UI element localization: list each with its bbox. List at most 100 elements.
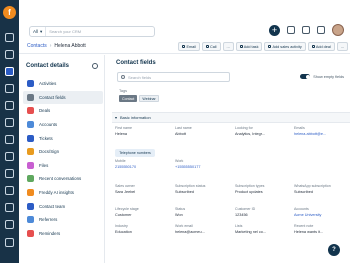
- sidebar-item[interactable]: Activities: [23, 77, 103, 91]
- inbox-icon[interactable]: [5, 101, 14, 110]
- tickets-icon: [27, 134, 34, 142]
- phone-dialer-icon[interactable]: [317, 26, 325, 34]
- tag-chip[interactable]: Contact: [119, 95, 138, 103]
- dashboard-icon[interactable]: [5, 33, 14, 42]
- search-placeholder: Search your CRM: [49, 29, 82, 34]
- user-avatar[interactable]: [332, 24, 344, 36]
- field-value[interactable]: Analytics, Integr...: [235, 132, 293, 136]
- show-empty-fields-label: Show empty fields: [313, 74, 344, 79]
- sidebar-item[interactable]: Recent conversations: [23, 172, 103, 186]
- phone-icon[interactable]: [5, 186, 14, 195]
- referrers-icon: [27, 216, 34, 224]
- field-value[interactable]: Sara Jeebel: [115, 190, 173, 194]
- tag-chip[interactable]: Webinar: [139, 95, 159, 103]
- field-value[interactable]: Marketing nel co...: [235, 230, 293, 234]
- contact-field: Lifecycle stage Customer: [115, 207, 173, 217]
- accounts-nav-icon[interactable]: [5, 67, 14, 76]
- field-label: Lists: [235, 224, 243, 228]
- app-logo[interactable]: f: [3, 6, 16, 19]
- sidebar-item[interactable]: Contact fields: [23, 90, 103, 105]
- deals-nav-icon[interactable]: [5, 84, 14, 93]
- field-value[interactable]: 2155550170: [115, 165, 173, 169]
- field-label: Status: [175, 207, 186, 211]
- sidebar-item[interactable]: Freddy AI insights: [23, 186, 103, 200]
- search-scope-label: All: [33, 29, 39, 34]
- quick-add-button[interactable]: +: [269, 24, 280, 36]
- sidebar-item[interactable]: Referrers: [23, 213, 103, 227]
- left-nav-rail: f: [0, 0, 19, 263]
- section-title: Basic information: [120, 115, 151, 120]
- field-value[interactable]: Won: [175, 213, 233, 217]
- sidebar-item[interactable]: Deals: [23, 104, 103, 118]
- sidebar-item[interactable]: Accounts: [23, 118, 103, 132]
- field-value[interactable]: helena.abbott@e...: [294, 132, 350, 136]
- integrations-icon[interactable]: [5, 220, 14, 229]
- field-value[interactable]: Subscribed: [294, 190, 350, 194]
- field-value[interactable]: Product updates: [235, 190, 293, 194]
- contact-field: Recent note Helena wants it...: [294, 224, 350, 234]
- field-value[interactable]: Acme University: [294, 213, 350, 217]
- field-value[interactable]: Subscribed: [175, 190, 233, 194]
- field-value[interactable]: Helena wants it...: [294, 230, 350, 234]
- email-button[interactable]: Email: [178, 42, 200, 51]
- add-task-button[interactable]: Add task: [235, 42, 263, 51]
- field-value[interactable]: Customer: [115, 213, 173, 217]
- breadcrumb-contacts-link[interactable]: Contacts: [27, 43, 47, 49]
- field-search-input[interactable]: Search fields: [117, 72, 230, 82]
- help-button[interactable]: ?: [328, 244, 340, 256]
- sidebar-item[interactable]: Files: [23, 159, 103, 173]
- field-value[interactable]: Education: [115, 230, 173, 234]
- field-value[interactable]: +15555550177: [175, 165, 233, 169]
- field-value[interactable]: Abbott: [175, 132, 233, 136]
- activity-icon: [268, 45, 272, 48]
- panel-title: Contact fields: [116, 60, 156, 66]
- contact-field: Sales owner Sara Jeebel: [115, 184, 173, 194]
- field-label: First name: [115, 126, 132, 130]
- field-value[interactable]: helena@acmeu...: [175, 230, 233, 234]
- products-icon[interactable]: [5, 169, 14, 178]
- task-icon: [239, 45, 243, 48]
- add-deal-button[interactable]: Add deal: [307, 42, 335, 51]
- section-header-basic-information[interactable]: ▾ Basic information: [112, 112, 350, 123]
- top-icon-group: +: [269, 24, 344, 36]
- chevron-down-icon: ▾: [115, 115, 118, 120]
- telephone-numbers-chip[interactable]: Telephone numbers: [115, 149, 155, 157]
- field-label: Customer ID: [235, 207, 256, 211]
- field-value[interactable]: Helena: [115, 132, 173, 136]
- notifications-icon[interactable]: [302, 26, 310, 34]
- mail-icon[interactable]: [287, 26, 295, 34]
- show-empty-fields-toggle[interactable]: [300, 74, 311, 79]
- calendar-icon[interactable]: [5, 118, 14, 127]
- field-value[interactable]: 123456: [235, 213, 293, 217]
- sidebar-item[interactable]: Docs/Sign: [23, 145, 103, 159]
- email-icon: [182, 45, 186, 48]
- team-icon: [27, 202, 34, 210]
- call-button[interactable]: Call: [201, 42, 221, 51]
- sidebar-item[interactable]: Tickets: [23, 131, 103, 145]
- contacts-icon[interactable]: [5, 50, 14, 59]
- global-search[interactable]: All ▾ Search your CRM: [29, 26, 155, 37]
- gear-icon[interactable]: [92, 63, 98, 69]
- more-button[interactable]: ...: [222, 42, 234, 51]
- record-header: Contacts › Helena Abbott Email Call ... Ad…: [19, 40, 350, 54]
- sidebar-item-label: Tickets: [39, 135, 53, 141]
- contact-field: Mobile 2155550170: [115, 159, 173, 169]
- sidebar-item[interactable]: Contact team: [23, 199, 103, 213]
- analytics-icon[interactable]: [5, 203, 14, 212]
- tags-label: Tags: [119, 89, 128, 93]
- settings-icon[interactable]: [5, 238, 14, 247]
- reports-icon[interactable]: [5, 135, 14, 144]
- overflow-menu-button[interactable]: ...: [336, 42, 348, 51]
- sidebar-item[interactable]: Reminders: [23, 227, 103, 241]
- campaigns-icon[interactable]: [5, 152, 14, 161]
- add-sales-activity-button[interactable]: Add sales activity: [264, 42, 306, 51]
- search-scope-dropdown[interactable]: All ▾: [30, 27, 47, 36]
- email-button-label: Email: [186, 44, 196, 49]
- sidebar-item-label: Accounts: [39, 122, 58, 128]
- sidebar-item-label: Deals: [39, 108, 51, 114]
- field-label: Mobile: [115, 159, 126, 163]
- sidebar-item-label: Files: [39, 162, 49, 168]
- sidebar-item-label: Activities: [39, 81, 57, 87]
- field-label: Accounts: [294, 207, 309, 211]
- contact-details-sidebar: Contact details Activities Contact fields…: [19, 55, 105, 263]
